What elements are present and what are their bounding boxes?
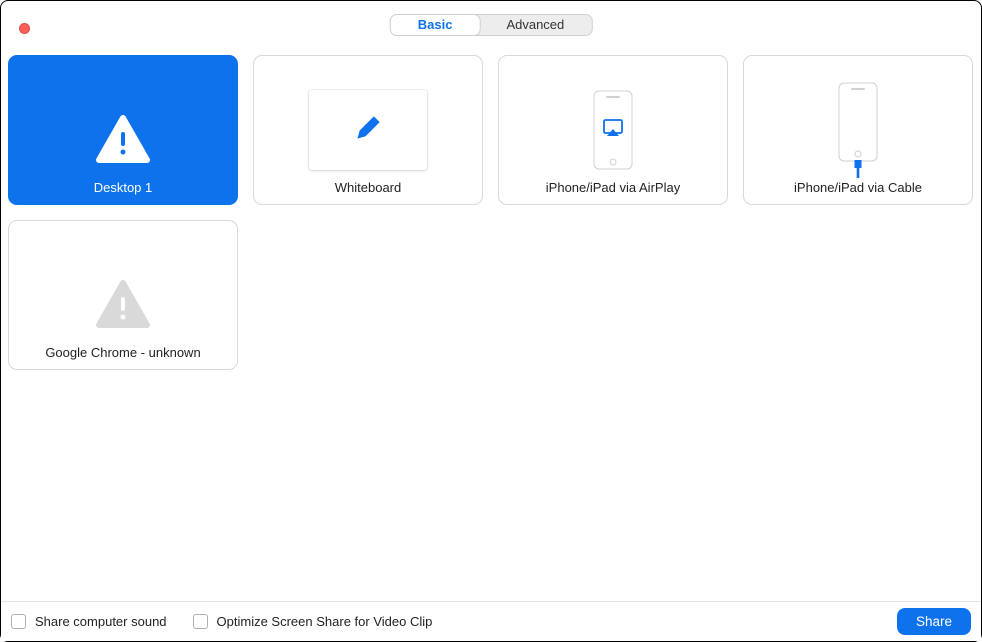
checkbox-box [11, 614, 26, 629]
card-label: Google Chrome - unknown [45, 345, 200, 360]
card-label: Whiteboard [335, 180, 401, 195]
bottom-bar: Share computer sound Optimize Screen Sha… [1, 601, 981, 641]
phone-thumb [838, 90, 878, 170]
tabs-segment: Basic Advanced [390, 14, 593, 36]
card-whiteboard[interactable]: Whiteboard [253, 55, 483, 205]
checkbox-box [193, 614, 208, 629]
checkbox-share-sound[interactable]: Share computer sound [11, 614, 167, 629]
card-label: iPhone/iPad via AirPlay [546, 180, 680, 195]
tab-basic[interactable]: Basic [391, 15, 480, 35]
card-label: Desktop 1 [94, 180, 153, 195]
cable-icon [855, 160, 862, 178]
close-button[interactable] [19, 23, 30, 34]
phone-thumb [593, 90, 633, 170]
share-button[interactable]: Share [897, 608, 971, 635]
card-label: iPhone/iPad via Cable [794, 180, 922, 195]
card-chrome-window[interactable]: Google Chrome - unknown [8, 220, 238, 370]
card-iphone-airplay[interactable]: iPhone/iPad via AirPlay [498, 55, 728, 205]
warning-icon [93, 275, 153, 335]
checkbox-label: Share computer sound [35, 614, 167, 629]
pencil-icon [354, 114, 382, 147]
checkbox-optimize-video[interactable]: Optimize Screen Share for Video Clip [193, 614, 433, 629]
card-iphone-cable[interactable]: iPhone/iPad via Cable [743, 55, 973, 205]
tab-advanced[interactable]: Advanced [479, 15, 591, 35]
whiteboard-thumb [309, 90, 427, 170]
card-desktop-1[interactable]: Desktop 1 [8, 55, 238, 205]
share-options-grid: Desktop 1 Whiteboard iP [8, 55, 974, 370]
warning-icon [93, 110, 153, 170]
checkbox-label: Optimize Screen Share for Video Clip [217, 614, 433, 629]
